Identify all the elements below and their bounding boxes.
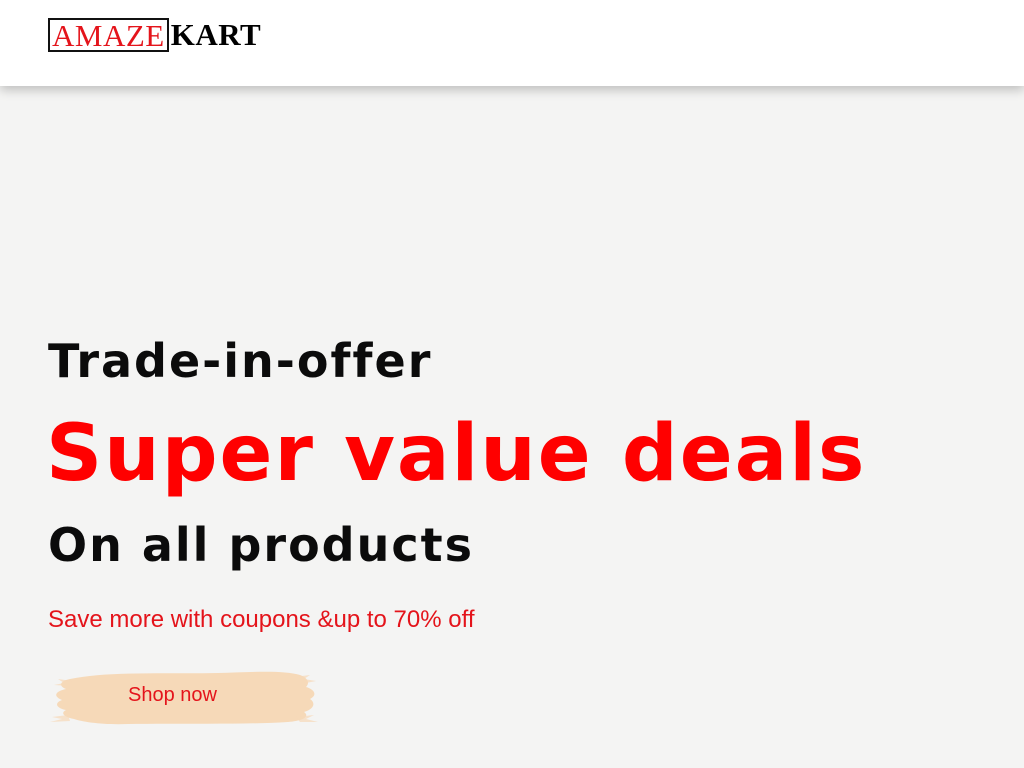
hero-subtitle: Trade-in-offer [48,334,433,388]
logo[interactable]: AMAZE KART [48,16,261,53]
shop-now-button[interactable]: Shop now [48,665,320,729]
hero-tagline: On all products [48,518,474,572]
logo-plain-text: KART [170,17,262,52]
shop-now-label: Shop now [128,684,217,706]
site-header: AMAZE KART [0,0,1024,86]
hero-section: Trade-in-offer Super value deals On all … [0,86,1024,768]
hero-title: Super value deals [46,409,867,499]
logo-boxed-text: AMAZE [48,17,169,52]
hero-promo-text: Save more with coupons &up to 70% off [48,606,475,633]
